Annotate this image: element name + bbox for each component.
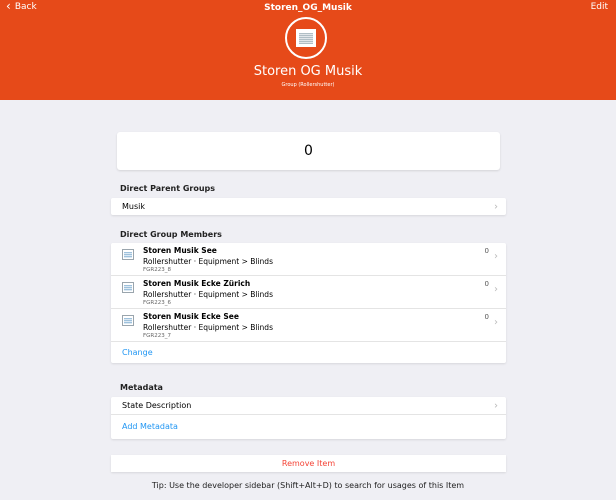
member-id: FGR223_6: [143, 300, 171, 306]
member-state: 0: [484, 280, 489, 288]
member-name: Storen Musik Ecke See: [143, 312, 239, 321]
add-metadata-row: Add Metadata: [111, 415, 506, 439]
item-state-value: 0: [304, 143, 313, 159]
chevron-right-icon: ›: [494, 400, 498, 411]
add-metadata-link[interactable]: Add Metadata: [122, 422, 178, 431]
item-name: Storen OG Musik: [253, 64, 363, 79]
edit-button[interactable]: Edit: [591, 2, 608, 12]
chevron-right-icon: ›: [494, 251, 498, 262]
chevron-right-icon: ›: [494, 201, 498, 212]
remove-item-button[interactable]: Remove Item: [111, 455, 506, 472]
parent-groups-title: Direct Parent Groups: [120, 184, 216, 193]
member-id: FGR223_7: [143, 333, 171, 339]
group-member-item[interactable]: Storen Musik Ecke Zürich Rollershutter ·…: [111, 276, 506, 309]
rollershutter-icon: [296, 29, 316, 47]
developer-tip: Tip: Use the developer sidebar (Shift+Al…: [151, 481, 465, 490]
parent-group-item[interactable]: Musik ›: [111, 198, 506, 215]
member-type: Rollershutter · Equipment > Blinds: [143, 323, 273, 332]
group-member-item[interactable]: Storen Musik See Rollershutter · Equipme…: [111, 243, 506, 276]
item-state-card[interactable]: 0: [117, 132, 500, 170]
rollershutter-icon: [122, 315, 134, 326]
member-type: Rollershutter · Equipment > Blinds: [143, 257, 273, 266]
member-state: 0: [484, 247, 489, 255]
item-type-subtitle: Group (Rollershutter): [281, 82, 335, 88]
item-header: ‹ Back Storen_OG_Musik Edit Storen OG Mu…: [0, 0, 616, 100]
metadata-label: State Description: [122, 401, 192, 410]
metadata-item[interactable]: State Description ›: [111, 397, 506, 415]
chevron-right-icon: ›: [494, 317, 498, 328]
rollershutter-icon: [122, 249, 134, 260]
member-name: Storen Musik See: [143, 246, 217, 255]
group-members-title: Direct Group Members: [120, 230, 222, 239]
group-member-item[interactable]: Storen Musik Ecke See Rollershutter · Eq…: [111, 309, 506, 342]
group-members-list: Storen Musik See Rollershutter · Equipme…: [111, 243, 506, 363]
parent-groups-list: Musik ›: [111, 198, 506, 215]
chevron-right-icon: ›: [494, 284, 498, 295]
navbar-title: Storen_OG_Musik: [264, 3, 352, 13]
member-name: Storen Musik Ecke Zürich: [143, 279, 251, 288]
metadata-title: Metadata: [120, 383, 163, 392]
change-members-row: Change: [111, 342, 506, 363]
metadata-list: State Description › Add Metadata: [111, 397, 506, 439]
member-id: FGR223_8: [143, 267, 171, 273]
member-type: Rollershutter · Equipment > Blinds: [143, 290, 273, 299]
parent-group-label: Musik: [122, 202, 145, 211]
remove-item-label: Remove Item: [281, 459, 336, 468]
member-state: 0: [484, 313, 489, 321]
item-avatar: [285, 17, 327, 59]
rollershutter-icon: [122, 282, 134, 293]
change-members-link[interactable]: Change: [122, 348, 153, 357]
